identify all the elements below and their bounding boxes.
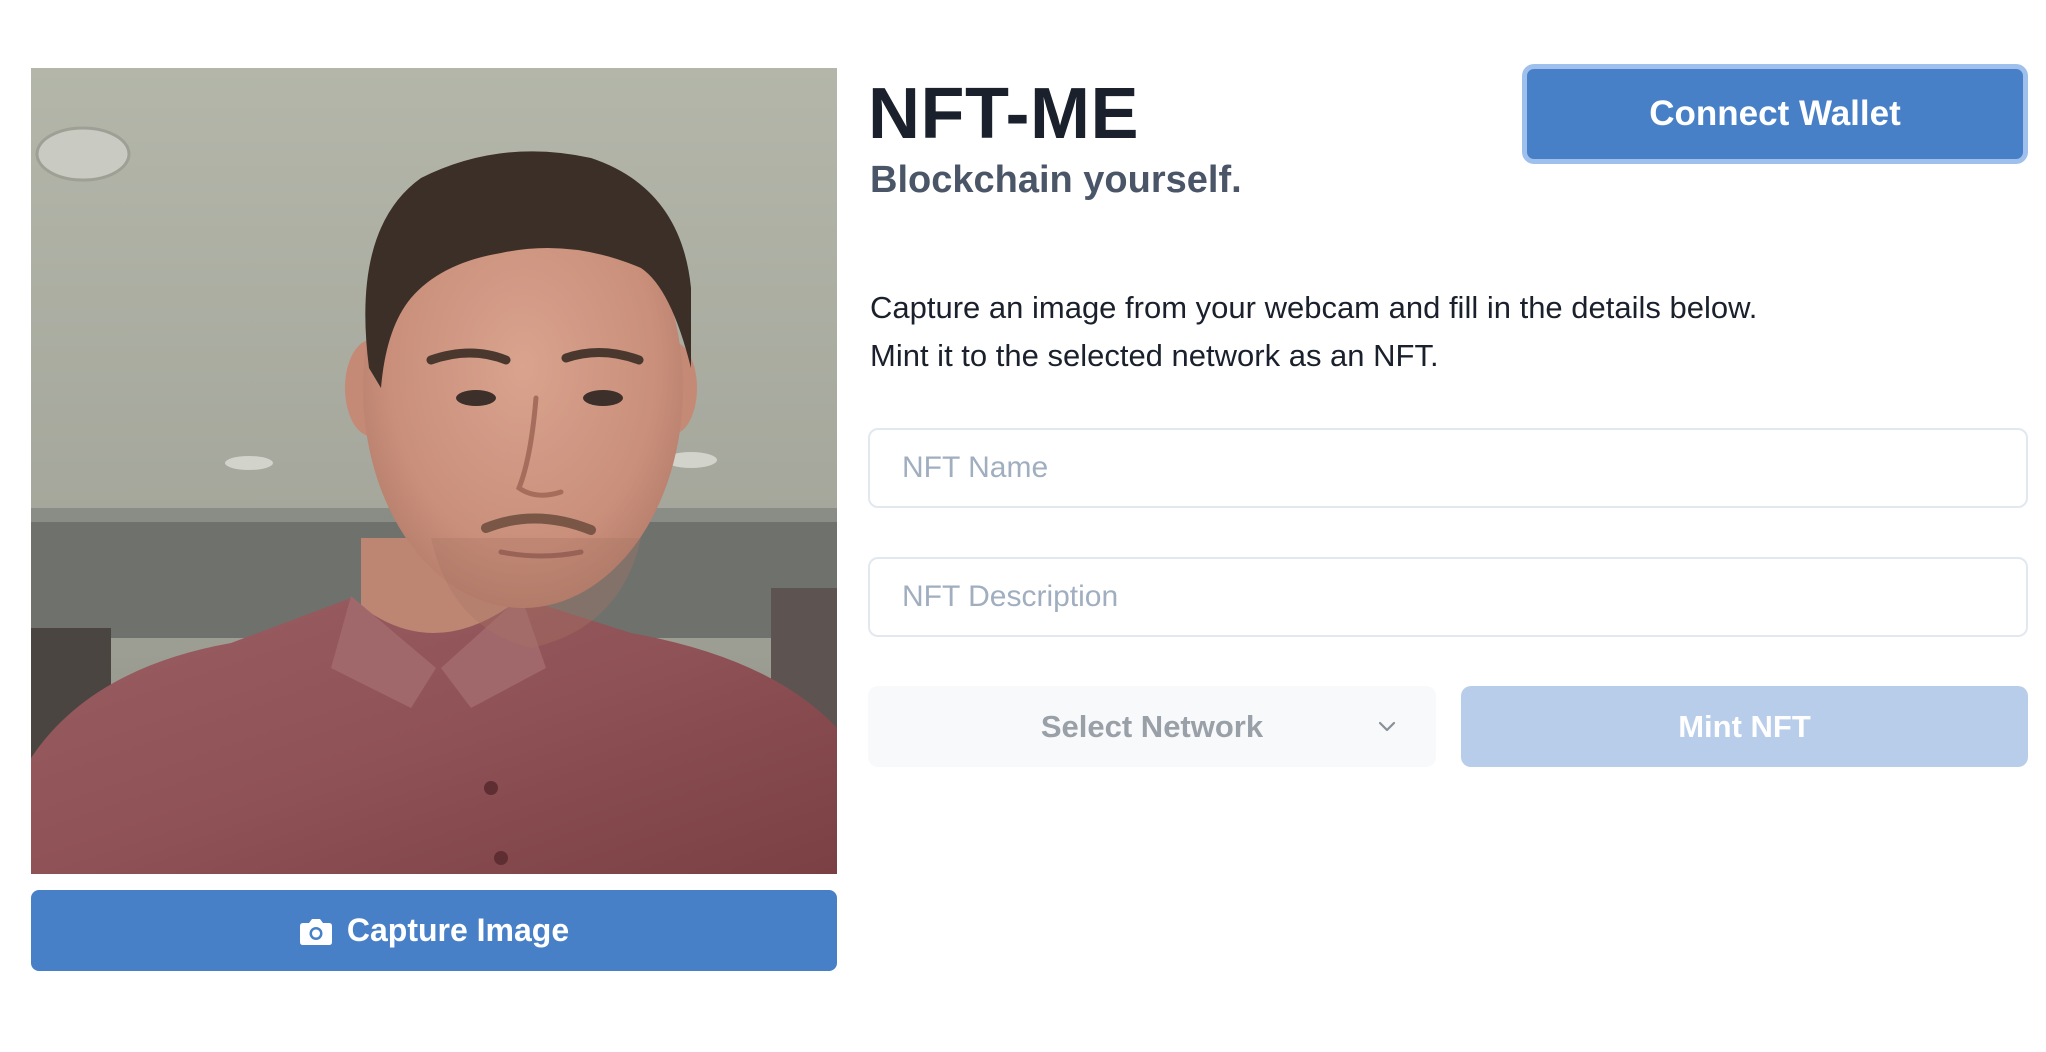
- connect-wallet-button[interactable]: Connect Wallet: [1522, 64, 2028, 164]
- capture-image-label: Capture Image: [346, 912, 570, 948]
- webcam-preview: [31, 68, 837, 874]
- network-select-label: Select Network: [1040, 708, 1264, 744]
- intro-line-1: Capture an image from your webcam and fi…: [870, 290, 1758, 325]
- page-title: NFT-ME: [868, 74, 1139, 154]
- mint-nft-button[interactable]: Mint NFT: [1461, 686, 2028, 767]
- nft-name-input[interactable]: [868, 428, 2028, 508]
- camera-icon: [299, 918, 332, 945]
- intro-text: Capture an image from your webcam and fi…: [870, 284, 1757, 380]
- webcam-feed-image: [31, 68, 837, 874]
- connect-wallet-label: Connect Wallet: [1649, 94, 1901, 133]
- intro-line-2: Mint it to the selected network as an NF…: [870, 338, 1439, 373]
- chevron-down-icon: [1378, 721, 1396, 731]
- network-select[interactable]: Select Network: [868, 686, 1436, 767]
- mint-nft-label: Mint NFT: [1678, 708, 1811, 744]
- capture-image-button[interactable]: Capture Image: [31, 890, 837, 971]
- nft-description-input[interactable]: [868, 557, 2028, 637]
- page-subtitle: Blockchain yourself.: [870, 159, 1242, 201]
